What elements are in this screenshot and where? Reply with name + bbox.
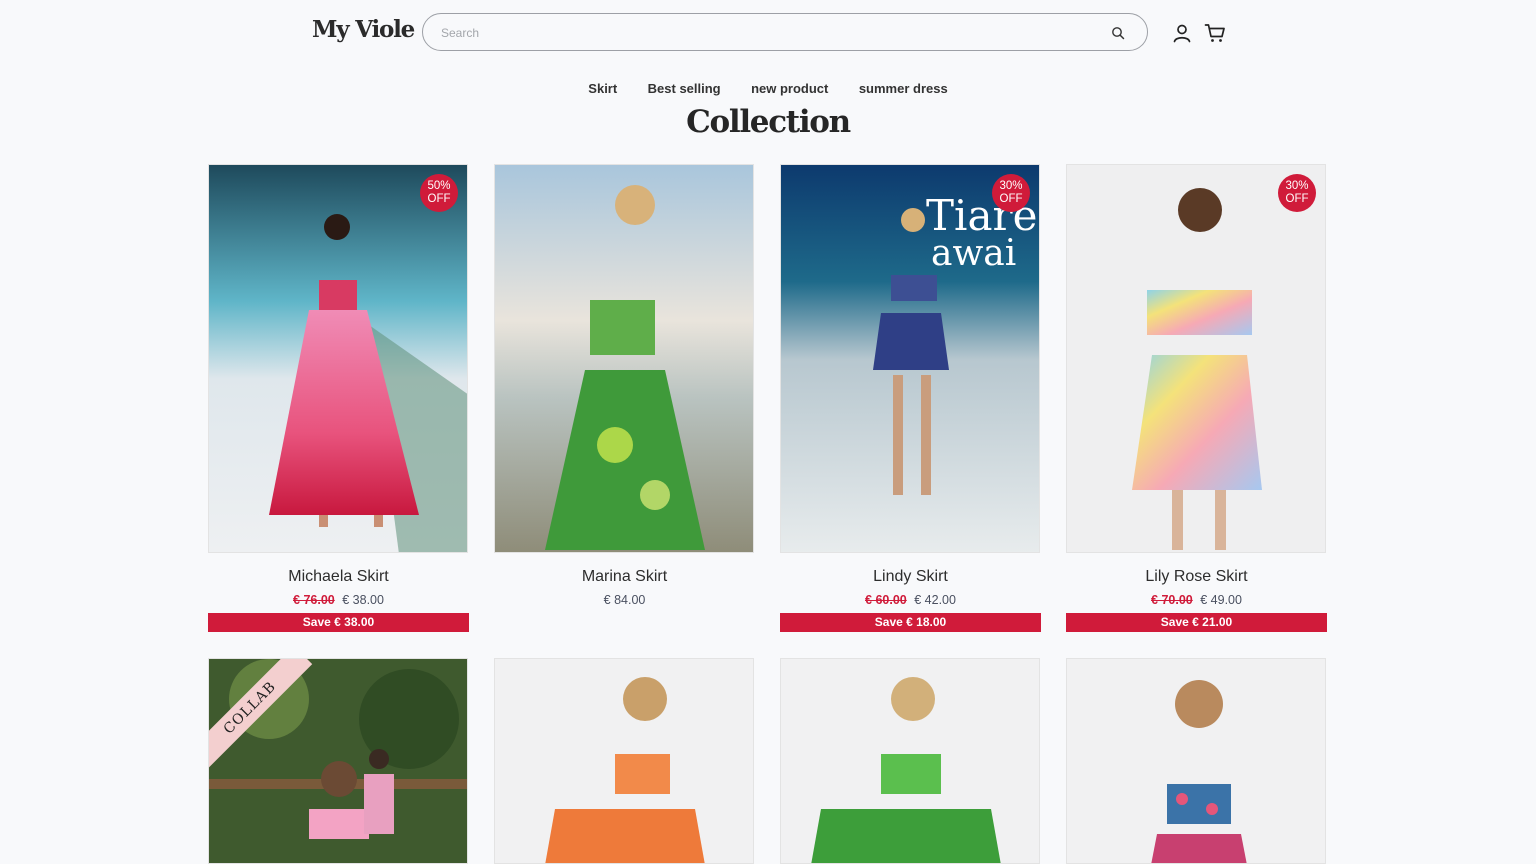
main-nav: Skirt Best selling new product summer dr… (0, 80, 1536, 98)
discount-badge: 30% OFF (992, 174, 1030, 212)
product-image[interactable] (494, 164, 754, 553)
product-prices: € 60.00 € 42.00 (780, 593, 1041, 607)
product-name[interactable]: Lindy Skirt (780, 568, 1041, 586)
cart-icon[interactable] (1204, 22, 1226, 44)
site-header: My Viole (0, 0, 1536, 66)
nav-item-best-selling[interactable]: Best selling (648, 81, 721, 96)
sale-price: € 49.00 (1200, 593, 1242, 607)
nav-item-summer-dress[interactable]: summer dress (859, 81, 948, 96)
save-banner: Save € 18.00 (780, 613, 1041, 632)
discount-badge: 30% OFF (1278, 174, 1316, 212)
product-name[interactable]: Michaela Skirt (208, 568, 469, 586)
product-prices: € 76.00 € 38.00 (208, 593, 469, 607)
product-image[interactable] (494, 658, 754, 864)
nav-item-skirt[interactable]: Skirt (588, 81, 617, 96)
search-bar[interactable] (422, 13, 1148, 51)
price: € 84.00 (603, 593, 646, 607)
product-image[interactable] (780, 658, 1040, 864)
product-name[interactable]: Marina Skirt (494, 568, 755, 586)
site-logo[interactable]: My Viole (312, 16, 415, 43)
product-prices: € 84.00 (494, 593, 755, 607)
sale-price: € 42.00 (914, 593, 956, 607)
search-input[interactable] (439, 23, 1083, 43)
nav-item-new-product[interactable]: new product (751, 81, 828, 96)
original-price: € 60.00 (865, 593, 907, 607)
save-banner: Save € 21.00 (1066, 613, 1327, 632)
account-icon[interactable] (1171, 22, 1193, 44)
product-image[interactable]: Tiare awai 30% OFF (780, 164, 1040, 553)
original-price: € 76.00 (293, 593, 335, 607)
svg-text:awai: awai (931, 233, 1016, 274)
product-image[interactable] (1066, 658, 1326, 864)
sale-price: € 38.00 (342, 593, 384, 607)
page-title: Collection (686, 104, 851, 140)
product-image[interactable]: 50% OFF (208, 164, 468, 553)
save-banner: Save € 38.00 (208, 613, 469, 632)
original-price: € 70.00 (1151, 593, 1193, 607)
search-icon[interactable] (1111, 26, 1125, 40)
product-name[interactable]: Lily Rose Skirt (1066, 568, 1327, 586)
discount-badge: 50% OFF (420, 174, 458, 212)
product-image[interactable]: COLLAB (208, 658, 468, 864)
product-image[interactable]: 30% OFF (1066, 164, 1326, 553)
product-prices: € 70.00 € 49.00 (1066, 593, 1327, 607)
